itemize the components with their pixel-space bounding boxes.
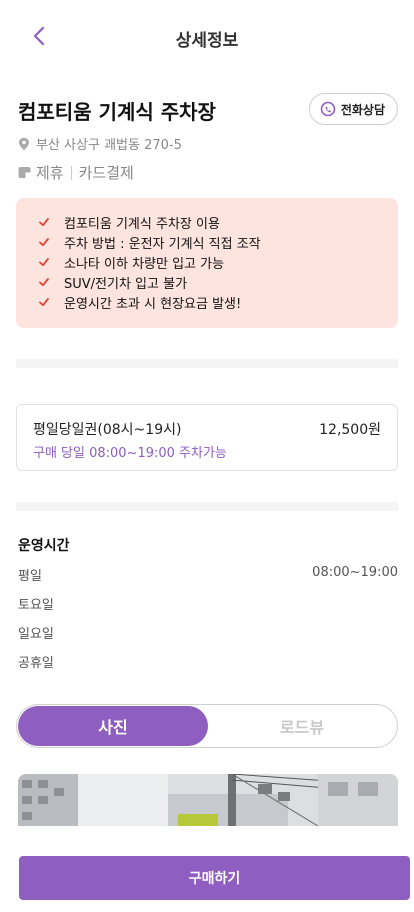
ticket-price: 12,500원 <box>319 422 381 438</box>
tab-photo[interactable]: 사진 <box>18 706 208 746</box>
hours-day: 평일 <box>18 569 42 584</box>
notice-text: 컴포티움 기계식 주차장 이용 <box>64 216 220 232</box>
hours-row: 일요일 <box>18 623 398 642</box>
notice-text: SUV/전기차 입고 불가 <box>64 276 188 292</box>
notice-item: 소나타 이하 차량만 입고 가능 <box>38 252 398 272</box>
parking-tag-icon <box>18 167 31 178</box>
hours-row: 토요일 <box>18 594 398 613</box>
hours-title: 운영시간 <box>18 538 70 554</box>
parking-lot-photo[interactable] <box>18 774 398 826</box>
hours-row: 평일 08:00~19:00 <box>18 565 398 584</box>
notice-box: 컴포티움 기계식 주차장 이용 주차 방법 : 운전자 기계식 직접 조작 소나… <box>16 198 398 328</box>
call-consult-label: 전화상담 <box>340 102 385 117</box>
ticket-description: 구매 당일 08:00~19:00 주차가능 <box>33 446 227 461</box>
tag-partner: 제휴 <box>36 164 64 182</box>
buy-button[interactable]: 구매하기 <box>19 856 410 900</box>
call-consult-button[interactable]: 전화상담 <box>308 93 398 125</box>
hours-time: 08:00~19:00 <box>312 565 398 580</box>
notice-item: SUV/전기차 입고 불가 <box>38 272 398 292</box>
notice-item: 주차 방법 : 운전자 기계식 직접 조작 <box>38 232 398 252</box>
tab-roadview[interactable]: 로드뷰 <box>208 706 396 746</box>
check-icon <box>39 238 49 247</box>
ticket-card[interactable]: 평일당일권(08시~19시) 12,500원 구매 당일 08:00~19:00… <box>16 404 398 471</box>
ticket-name: 평일당일권(08시~19시) <box>33 422 182 438</box>
notice-item: 운영시간 초과 시 현장요금 발생! <box>38 292 398 312</box>
check-icon <box>39 278 49 287</box>
check-icon <box>39 218 49 227</box>
hours-day: 일요일 <box>18 627 54 642</box>
check-icon <box>39 298 49 307</box>
photo-roadview-toggle: 사진 로드뷰 <box>16 704 398 748</box>
hours-day: 공휴일 <box>18 656 54 671</box>
tag-divider <box>70 165 72 180</box>
photo-image <box>18 774 398 826</box>
section-divider <box>16 502 398 511</box>
notice-text: 운영시간 초과 시 현장요금 발생! <box>64 296 242 312</box>
phone-chat-icon <box>320 101 336 117</box>
location-pin-icon <box>19 137 29 150</box>
notice-text: 주차 방법 : 운전자 기계식 직접 조작 <box>64 236 261 252</box>
check-icon <box>39 258 49 267</box>
header: 상세정보 <box>0 0 414 72</box>
parking-lot-name: 컴포티움 기계식 주차장 <box>18 100 216 124</box>
notice-text: 소나타 이하 차량만 입고 가능 <box>64 256 225 272</box>
hours-day: 토요일 <box>18 598 54 613</box>
hours-row: 공휴일 <box>18 652 398 671</box>
section-divider <box>16 359 398 368</box>
tags-row: 제휴 카드결제 <box>18 162 134 183</box>
notice-item: 컴포티움 기계식 주차장 이용 <box>38 212 398 232</box>
page-title: 상세정보 <box>175 31 239 51</box>
address-text: 부산 사상구 괘법동 270-5 <box>36 138 182 153</box>
address-row: 부산 사상구 괘법동 270-5 <box>18 134 182 153</box>
tag-card-payment: 카드결제 <box>78 164 134 182</box>
